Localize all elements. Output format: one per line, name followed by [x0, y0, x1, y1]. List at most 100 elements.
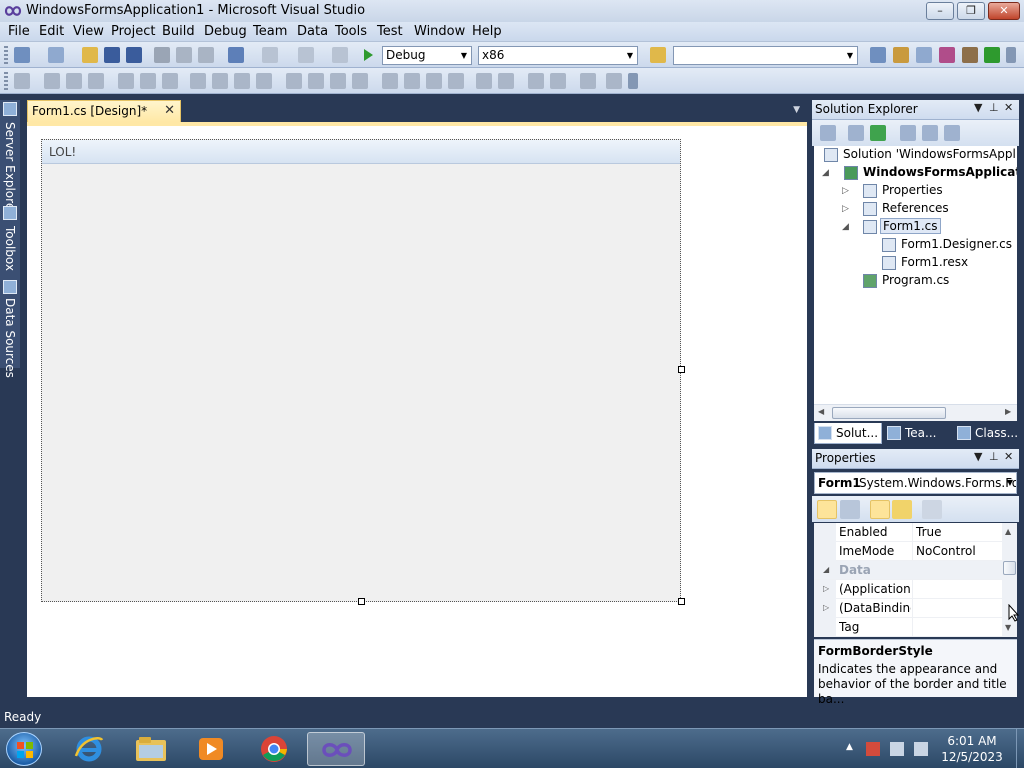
tree-node-solution[interactable]: Solution 'WindowsFormsApplica	[824, 146, 1017, 164]
collapse-icon[interactable]: ◢	[822, 168, 829, 178]
tree-node-project[interactable]: WindowsFormsApplication1	[844, 164, 1017, 182]
tree-node-references[interactable]: References	[863, 200, 1013, 218]
minimize-button[interactable]: –	[926, 2, 954, 20]
scroll-left-icon[interactable]: ◀	[818, 407, 824, 416]
tab-class-view[interactable]: Class...	[954, 423, 1018, 444]
volume-muted-icon[interactable]	[914, 742, 928, 756]
menu-help[interactable]: Help	[472, 24, 502, 39]
remove-vertical-spacing-icon[interactable]	[448, 73, 464, 89]
increase-vertical-spacing-icon[interactable]	[404, 73, 420, 89]
property-row[interactable]: Enabled True	[814, 523, 1002, 542]
form1-designer-form[interactable]: LOL!	[41, 139, 681, 602]
save-all-icon[interactable]	[126, 47, 142, 63]
horizontal-spacing-equal-icon[interactable]	[286, 73, 302, 89]
make-same-size-icon[interactable]	[256, 73, 272, 89]
decrease-vertical-spacing-icon[interactable]	[426, 73, 442, 89]
pin-icon[interactable]: ⊥	[989, 450, 999, 463]
menu-file[interactable]: File	[8, 24, 30, 39]
align-centers-icon[interactable]	[66, 73, 82, 89]
chevron-down-icon[interactable]: ▼	[974, 101, 982, 114]
extension-manager-icon[interactable]	[962, 47, 978, 63]
expand-icon[interactable]: ▷	[823, 584, 829, 593]
data-sources-tab[interactable]: Data Sources	[1, 280, 19, 378]
scrollbar-thumb[interactable]	[832, 407, 946, 419]
close-icon[interactable]: ✕	[1004, 450, 1013, 463]
action-center-icon[interactable]	[866, 742, 880, 756]
menu-edit[interactable]: Edit	[39, 24, 64, 39]
toolbar-grip[interactable]	[4, 72, 8, 90]
menu-team[interactable]: Team	[253, 24, 287, 39]
pin-icon[interactable]: ⊥	[989, 101, 999, 114]
properties-window-icon[interactable]	[893, 47, 909, 63]
network-icon[interactable]	[890, 742, 904, 756]
scrollbar-thumb[interactable]	[1003, 561, 1016, 575]
expand-icon[interactable]: ▷	[842, 186, 849, 196]
toolbar-overflow-icon[interactable]	[1006, 47, 1016, 63]
scroll-up-icon[interactable]: ▲	[1005, 527, 1011, 536]
property-value[interactable]: NoControl	[916, 544, 976, 558]
center-horizontally-icon[interactable]	[476, 73, 492, 89]
expand-icon[interactable]: ▷	[842, 204, 849, 214]
close-icon[interactable]: ✕	[164, 103, 175, 118]
toolbar-grip[interactable]	[4, 46, 8, 64]
refresh-icon[interactable]	[870, 125, 886, 141]
show-hidden-icons-icon[interactable]: ▲	[846, 742, 860, 756]
view-class-diagram-icon[interactable]	[944, 125, 960, 141]
align-rights-icon[interactable]	[88, 73, 104, 89]
object-browser-icon[interactable]	[916, 47, 932, 63]
tree-node-program[interactable]: Program.cs	[863, 272, 1013, 290]
toolbox-icon[interactable]	[939, 47, 955, 63]
property-row[interactable]: ImeMode NoControl	[814, 542, 1002, 561]
tree-node-form1-resx[interactable]: Form1.resx	[882, 254, 1017, 272]
form-title-bar[interactable]: LOL!	[42, 140, 680, 164]
events-button[interactable]	[892, 500, 912, 519]
tree-node-form1[interactable]: Form1.cs	[863, 218, 1013, 236]
scroll-down-icon[interactable]: ▼	[1005, 623, 1011, 632]
property-row[interactable]: Tag	[814, 618, 1002, 637]
expand-icon[interactable]: ▷	[823, 603, 829, 612]
resize-handle-corner[interactable]	[678, 598, 685, 605]
restore-button[interactable]: ❐	[957, 2, 985, 20]
tree-node-form1-designer[interactable]: Form1.Designer.cs	[882, 236, 1017, 254]
horizontal-scrollbar[interactable]: ◀ ▶	[814, 404, 1017, 421]
menu-test[interactable]: Test	[377, 24, 403, 39]
tab-form1-design[interactable]: Form1.cs [Design]* ✕	[27, 100, 181, 122]
start-debugging-icon[interactable]	[360, 47, 376, 63]
show-desktop-button[interactable]	[1016, 729, 1024, 768]
property-value[interactable]: True	[916, 525, 942, 539]
menu-debug[interactable]: Debug	[204, 24, 247, 39]
menu-view[interactable]: View	[73, 24, 104, 39]
view-code-icon[interactable]	[900, 125, 916, 141]
close-button[interactable]: ✕	[988, 2, 1020, 20]
find-in-files-icon[interactable]	[650, 47, 666, 63]
property-pages-button[interactable]	[922, 500, 942, 519]
center-vertically-icon[interactable]	[498, 73, 514, 89]
open-file-icon[interactable]	[82, 47, 98, 63]
show-all-files-icon[interactable]	[848, 125, 864, 141]
add-item-icon[interactable]	[48, 47, 64, 63]
server-explorer-tab[interactable]: Server Explorer	[1, 102, 19, 215]
tree-node-properties[interactable]: Properties	[863, 182, 1013, 200]
properties-view-button[interactable]	[870, 500, 890, 519]
taskbar-file-explorer[interactable]	[122, 732, 180, 766]
collapse-icon[interactable]: ◢	[823, 565, 829, 574]
properties-icon[interactable]	[820, 125, 836, 141]
redo-icon[interactable]	[262, 47, 278, 63]
categorized-button[interactable]	[817, 500, 837, 519]
paste-icon[interactable]	[198, 47, 214, 63]
taskbar-media-player[interactable]	[182, 732, 240, 766]
property-category-data[interactable]: ◢ Data	[814, 561, 1002, 580]
find-combo[interactable]: ▼	[673, 46, 858, 65]
cut-icon[interactable]	[154, 47, 170, 63]
property-row[interactable]: ▷ (ApplicationS	[814, 580, 1002, 599]
undo-icon[interactable]	[228, 47, 244, 63]
save-icon[interactable]	[104, 47, 120, 63]
start-page-icon[interactable]	[984, 47, 1000, 63]
make-same-height-icon[interactable]	[234, 73, 250, 89]
menu-build[interactable]: Build	[162, 24, 195, 39]
system-clock[interactable]: 6:01 AM 12/5/2023	[930, 733, 1014, 765]
lock-controls-icon[interactable]	[606, 73, 622, 89]
vertical-spacing-equal-icon[interactable]	[382, 73, 398, 89]
solution-platform-select[interactable]: x86 ▼	[478, 46, 638, 65]
taskbar-visual-studio[interactable]	[307, 732, 365, 766]
